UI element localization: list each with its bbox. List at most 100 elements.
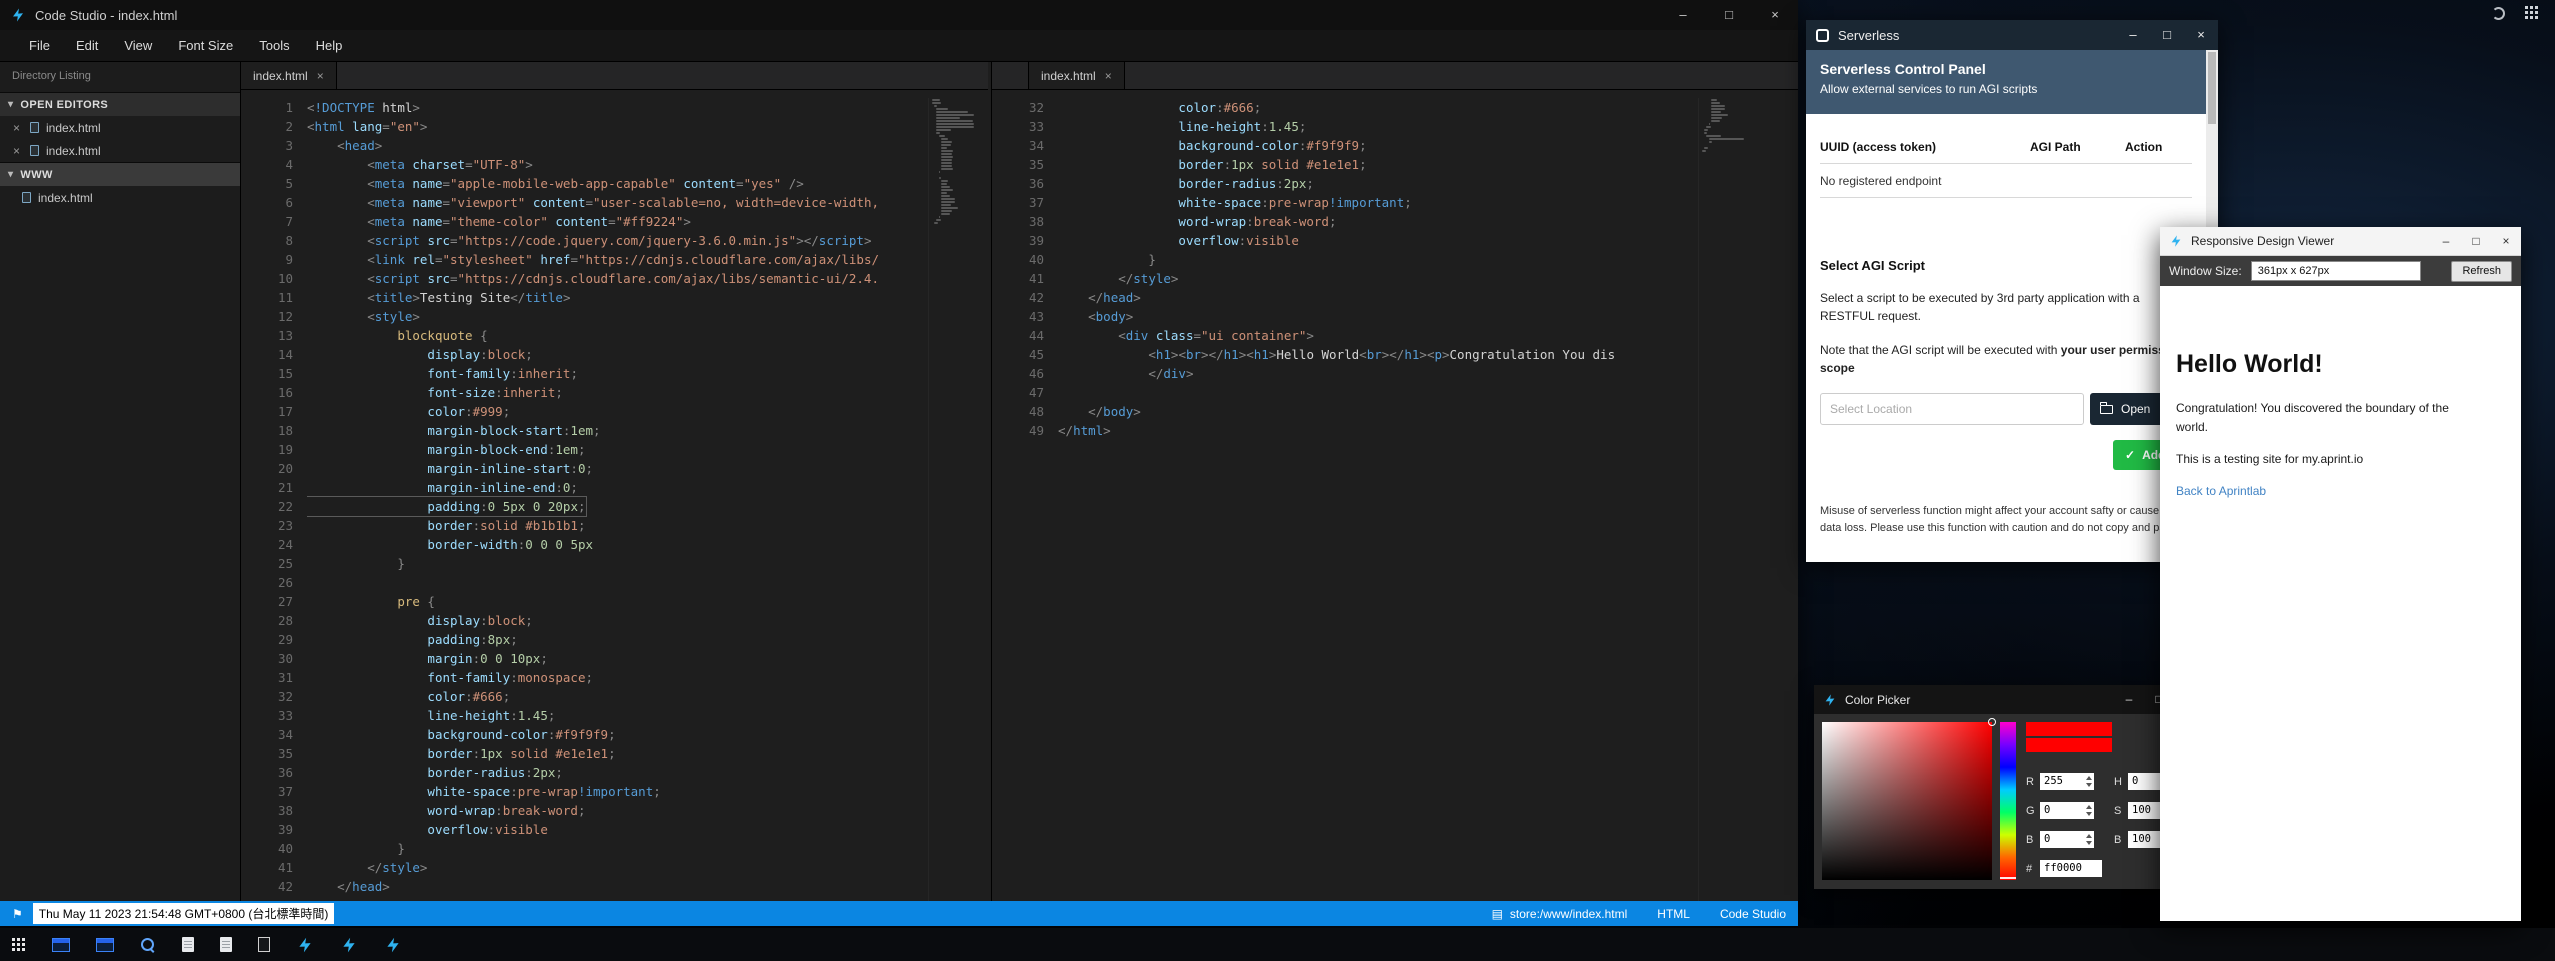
viewer-title: Responsive Design Viewer [2191,234,2334,248]
viewer-toolbar: Window Size: Refresh [2160,256,2521,286]
stepper-icon[interactable] [2085,834,2092,845]
menu-edit[interactable]: Edit [63,30,111,62]
maximize-button[interactable]: □ [2461,227,2491,256]
editor-pane-left[interactable]: index.html × 123456789101112131415161718… [241,62,988,901]
page-paragraph: Congratulation! You discovered the bound… [2176,399,2476,436]
color-picker-window: Color Picker – □ R 255 G 0 B [1814,685,2174,889]
close-icon[interactable]: × [13,144,23,158]
scrollbar-thumb[interactable] [2208,52,2216,124]
tab-close-icon[interactable]: × [1105,69,1112,83]
file-name: index.html [46,144,101,158]
codestudio-icon[interactable] [384,936,402,954]
refresh-button[interactable]: Refresh [2451,261,2512,282]
line-numbers: 323334353637383940414243444546474849 [992,98,1044,440]
close-button[interactable]: × [2491,227,2521,256]
window-title: Code Studio - index.html [35,8,177,23]
location-input[interactable] [1820,393,2084,425]
minimize-button[interactable]: – [2431,227,2461,256]
statusbar: ⚑ Thu May 11 2023 21:54:48 GMT+0800 (台北標… [0,901,1798,926]
menu-file[interactable]: File [16,30,63,62]
file-icon [30,145,39,156]
stepper-icon[interactable] [2085,805,2092,816]
editor-pane-right[interactable]: index.html × 323334353637383940414243444… [991,62,1798,901]
minimap[interactable] [928,98,986,901]
file-icon[interactable] [182,937,194,952]
serverless-title: Serverless [1838,28,1899,43]
open-editors-section-header[interactable]: ▾ OPEN EDITORS [0,92,240,116]
storage-icon: ▤ [1492,907,1503,921]
back-to-aprintlab-link[interactable]: Back to Aprintlab [2176,484,2266,498]
serverless-window: Serverless – □ × Serverless Control Pane… [1806,20,2218,562]
page-paragraph: This is a testing site for my.aprint.io [2176,452,2505,466]
refresh-icon[interactable] [2492,7,2505,20]
minimize-button[interactable]: – [2116,20,2150,50]
menu-font-size[interactable]: Font Size [165,30,246,62]
window-size-label: Window Size: [2169,264,2242,278]
open-editor-item[interactable]: × index.html [0,116,240,139]
close-button[interactable]: × [1752,0,1798,30]
hex-input[interactable]: ff0000 [2040,860,2102,877]
menu-tools[interactable]: Tools [246,30,302,62]
sidebar: Directory Listing ▾ OPEN EDITORS × index… [0,62,241,901]
menubar: File Edit View Font Size Tools Help [0,30,1798,62]
tree-file-item[interactable]: index.html [0,186,240,209]
grid-icon[interactable] [2525,6,2539,20]
code-lines[interactable]: color:#666; line-height:1.45; background… [1058,98,1736,440]
hue-slider[interactable] [2000,722,2016,880]
close-icon[interactable]: × [13,121,23,135]
codestudio-logo-icon [1823,693,1837,707]
codestudio-logo-icon [2169,234,2183,248]
minimize-button[interactable]: – [1660,0,1706,30]
tray-icons [2492,6,2539,20]
saturation-cursor[interactable] [1988,718,1996,726]
green-input[interactable]: 0 [2040,802,2094,819]
select-agi-script-title: Select AGI Script [1820,258,2192,273]
color-picker-title: Color Picker [1845,693,1910,707]
chevron-down-icon: ▾ [8,169,13,180]
maximize-button[interactable]: □ [2150,20,2184,50]
viewer-titlebar: Responsive Design Viewer – □ × [2160,227,2521,256]
window-size-input[interactable] [2251,261,2421,281]
window-icon[interactable] [96,938,114,952]
search-icon[interactable] [140,937,156,953]
www-section-header[interactable]: ▾ WWW [0,162,240,186]
color-swatch-new [2026,722,2112,736]
tabstrip: index.html × [992,62,1798,90]
red-input[interactable]: 255 [2040,773,2094,790]
page-heading: Hello World! [2176,350,2505,379]
tabstrip: index.html × [241,62,988,90]
code-lines[interactable]: <!DOCTYPE html><html lang="en"> <head> <… [307,98,926,896]
file-name: index.html [46,121,101,135]
codestudio-icon[interactable] [340,936,358,954]
blue-input[interactable]: 0 [2040,831,2094,848]
titlebar: Code Studio - index.html – □ × [0,0,1798,30]
codestudio-icon[interactable] [296,936,314,954]
sidebar-title: Directory Listing [0,62,240,92]
file-icon [22,192,31,203]
menu-view[interactable]: View [111,30,165,62]
tab-index-html[interactable]: index.html × [1028,62,1125,89]
section-label: OPEN EDITORS [20,99,108,111]
saturation-area[interactable] [1822,722,1992,880]
color-swatch-current [2026,738,2112,752]
open-editor-item[interactable]: × index.html [0,139,240,162]
close-button[interactable]: × [2184,20,2218,50]
serverless-titlebar: Serverless – □ × [1806,20,2218,50]
terminal-icon[interactable] [258,937,270,952]
window-icon[interactable] [52,938,70,952]
serverless-body: UUID (access token) AGI Path Action No r… [1806,130,2206,536]
maximize-button[interactable]: □ [1706,0,1752,30]
minimap[interactable] [1698,98,1756,901]
agi-description: Select a script to be executed by 3rd pa… [1820,289,2192,325]
panel-subtitle: Allow external services to run AGI scrip… [1820,82,2192,96]
stepper-icon[interactable] [2085,776,2092,787]
serverless-app-icon [1816,29,1829,42]
menu-help[interactable]: Help [303,30,356,62]
chevron-down-icon: ▾ [8,99,13,110]
minimize-button[interactable]: – [2114,685,2144,714]
section-label: WWW [20,169,52,181]
tab-close-icon[interactable]: × [317,69,324,83]
app-launcher-icon[interactable] [12,938,26,952]
tab-index-html[interactable]: index.html × [241,62,337,89]
file-icon[interactable] [220,937,232,952]
